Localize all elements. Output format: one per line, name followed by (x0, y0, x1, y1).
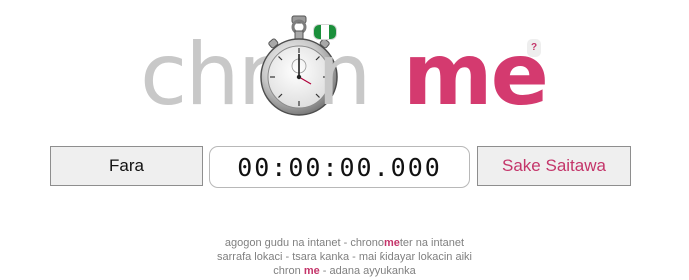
footer-link-chronometer-highlight: me (383, 237, 400, 249)
timer-display: 00:00:00.000 (209, 146, 470, 188)
footer-link-chronme[interactable]: chron me (273, 265, 319, 277)
footer: agogon gudu na intanet - chronometer na … (0, 236, 689, 278)
footer-separator: - (349, 251, 359, 263)
split-button[interactable]: Sake Saitawa (477, 146, 631, 186)
footer-link-chronometer-post: ter na intanet (399, 237, 465, 249)
footer-link-time-management[interactable]: sarrafa lokaci (217, 251, 282, 263)
footer-link-chronometer-pre: chrono (350, 237, 384, 249)
footer-link-online-stopwatch[interactable]: agogon gudu na intanet (225, 237, 341, 249)
footer-separator: - (282, 251, 293, 263)
footer-line-2: sarrafa lokaci - tsara kanka - mai ƙiday… (0, 250, 689, 264)
logo-text-me: me (403, 25, 549, 125)
footer-separator: - (319, 265, 330, 277)
footer-line-1: agogon gudu na intanet - chronometer na … (0, 236, 689, 250)
footer-line-3: chron me - adana ayyukanka (0, 264, 689, 278)
help-button[interactable]: ? (527, 39, 541, 57)
footer-link-save-tasks[interactable]: adana ayyukanka (330, 265, 416, 277)
footer-link-chronme-pre: chron (273, 265, 304, 277)
footer-separator: - (340, 237, 351, 249)
footer-link-organize[interactable]: tsara kanka (292, 251, 349, 263)
page: chr n me ? Fara 00:00:00.000 Sake Saitaw… (0, 0, 689, 280)
footer-link-chronometer[interactable]: chronometer na intanet (350, 237, 464, 249)
logo[interactable]: chr n me (0, 0, 689, 130)
logo-text-n: n (317, 25, 371, 125)
logo-text-chr: chr (140, 25, 273, 125)
start-button[interactable]: Fara (50, 146, 203, 186)
footer-link-work-timer[interactable]: mai ƙidayar lokacin aiki (359, 251, 472, 263)
footer-link-chronme-highlight: me (303, 265, 320, 277)
